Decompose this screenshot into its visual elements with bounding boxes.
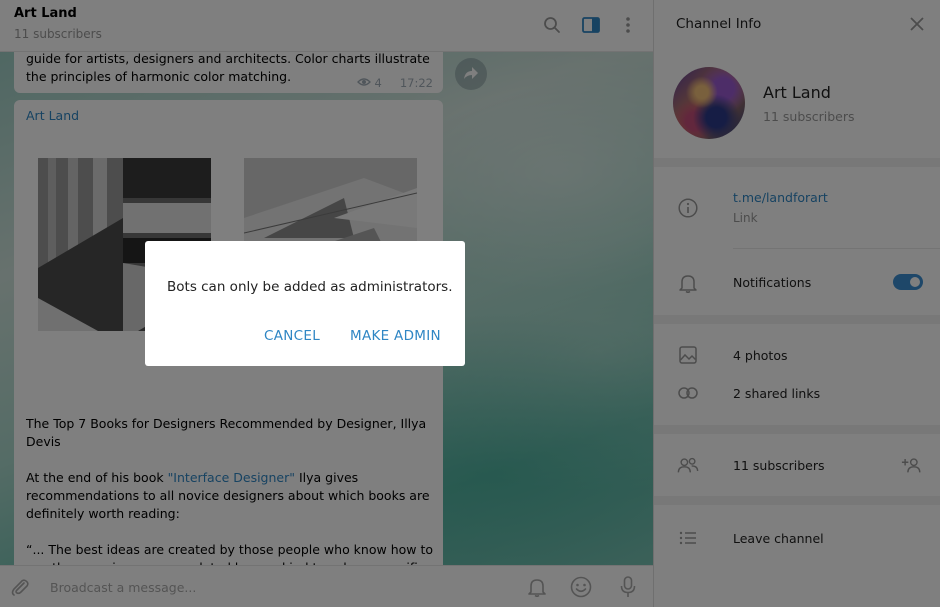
make-admin-button[interactable]: MAKE ADMIN xyxy=(350,328,441,344)
modal-overlay[interactable] xyxy=(0,0,940,607)
confirm-dialog: Bots can only be added as administrators… xyxy=(145,241,465,366)
cancel-button[interactable]: CANCEL xyxy=(264,328,320,344)
dialog-message: Bots can only be added as administrators… xyxy=(167,279,453,295)
